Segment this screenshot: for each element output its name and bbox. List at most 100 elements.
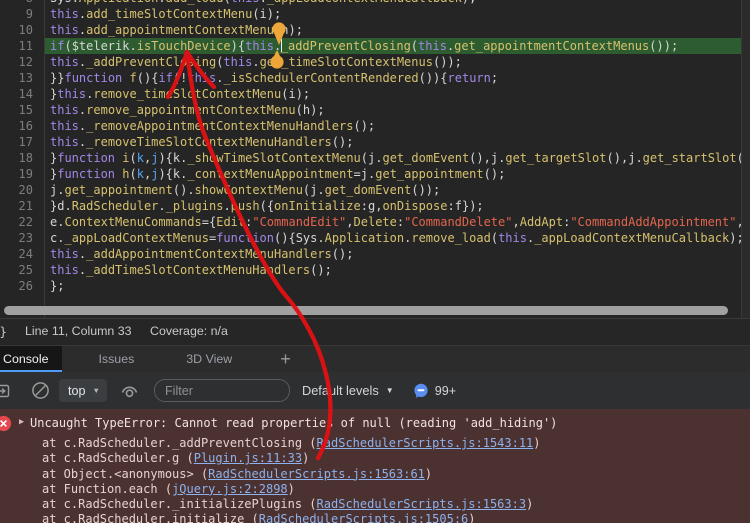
code-line[interactable]: 25 this._addTimeSlotContextMenuHandlers()… — [0, 262, 750, 278]
line-number[interactable]: 23 — [0, 230, 33, 246]
stack-frame-text: at c.RadScheduler._addPreventClosing ( — [42, 436, 317, 450]
chevron-down-icon: ▼ — [92, 386, 100, 395]
tab-console[interactable]: Console — [0, 346, 63, 372]
line-number[interactable]: 13 — [0, 70, 33, 86]
stack-frame-text: at c.RadScheduler.initialize ( — [42, 512, 259, 523]
code-text[interactable]: this.add_appointmentContextMenu(h); — [45, 22, 750, 38]
code-line[interactable]: 22 e.ContextMenuCommands={Edit:"CommandEd… — [0, 214, 750, 230]
code-lines: 8Sys.Application.add_load(this._appLoadC… — [0, 0, 750, 294]
more-tabs-button[interactable]: + — [270, 346, 301, 372]
code-text[interactable]: }this.remove_timeSlotContextMenu(i); — [45, 86, 750, 102]
line-number[interactable]: 9 — [0, 6, 33, 22]
editor-status-bar: {} Line 11, Column 33 Coverage: n/a — [0, 318, 750, 344]
code-line[interactable]: 9 this.add_timeSlotContextMenu(i); — [0, 6, 750, 22]
code-text[interactable]: this._addPreventClosing(this.get_timeSlo… — [45, 54, 750, 70]
tab-issues[interactable]: Issues — [84, 346, 148, 372]
line-number[interactable]: 20 — [0, 182, 33, 198]
code-line[interactable]: 20 j.get_appointment().showContextMenu(j.… — [0, 182, 750, 198]
code-line[interactable]: 23 c._appLoadContextMenus=function(){Sys.… — [0, 230, 750, 246]
tab-3d-view[interactable]: 3D View — [172, 346, 246, 372]
code-line[interactable]: 16 this._removeAppointmentContextMenuHand… — [0, 118, 750, 134]
code-line[interactable]: 11 if($telerik.isTouchDevice){this._addPr… — [0, 38, 750, 54]
line-number[interactable]: 10 — [0, 22, 33, 38]
line-number[interactable]: 18 — [0, 150, 33, 166]
source-location-link[interactable]: RadSchedulerScripts.js:1563:3 — [317, 497, 527, 511]
pretty-print-button[interactable]: {} — [0, 319, 10, 344]
drawer-tab-bar: Console Issues 3D View + — [0, 345, 750, 372]
code-text[interactable]: j.get_appointment().showContextMenu(j.ge… — [45, 182, 750, 198]
source-location-link[interactable]: jQuery.js:2:2898 — [172, 482, 288, 496]
code-line[interactable]: 10 this.add_appointmentContextMenu(h); — [0, 22, 750, 38]
live-expression-eye-icon[interactable] — [119, 382, 141, 400]
line-number[interactable]: 14 — [0, 86, 33, 102]
error-icon — [0, 415, 12, 432]
filter-input[interactable] — [153, 379, 290, 402]
source-location-link[interactable]: RadSchedulerScripts.js:1543:11 — [317, 436, 534, 450]
line-number[interactable]: 19 — [0, 166, 33, 182]
stack-frame-text: ) — [468, 512, 476, 523]
coverage-label: Coverage: n/a — [150, 324, 228, 338]
line-number[interactable]: 11 — [0, 38, 33, 54]
line-number[interactable]: 22 — [0, 214, 33, 230]
line-number[interactable]: 21 — [0, 198, 33, 214]
clear-console-icon[interactable] — [30, 381, 50, 400]
source-editor[interactable]: 8Sys.Application.add_load(this._appLoadC… — [0, 0, 750, 318]
stack-frame: at c.RadScheduler._initializePlugins (Ra… — [42, 497, 541, 512]
code-text[interactable]: this._addTimeSlotContextMenuHandlers(); — [45, 262, 750, 278]
line-number[interactable]: 17 — [0, 134, 33, 150]
line-number[interactable]: 15 — [0, 102, 33, 118]
code-line[interactable]: 24 this._addAppointmentContextMenuHandler… — [0, 246, 750, 262]
code-text[interactable]: }function i(k,j){k._showTimeSlotContextM… — [45, 150, 750, 166]
code-line[interactable]: 18 }function i(k,j){k._showTimeSlotContex… — [0, 150, 750, 166]
issues-counter[interactable]: 99+ — [413, 383, 456, 399]
code-text[interactable]: this._removeTimeSlotContextMenuHandlers(… — [45, 134, 750, 150]
code-text[interactable]: }d.RadScheduler._plugins.push({onInitial… — [45, 198, 750, 214]
code-line[interactable]: 14 }this.remove_timeSlotContextMenu(i); — [0, 86, 750, 102]
chevron-down-icon: ▼ — [385, 386, 394, 395]
code-line[interactable]: 13 }}function f(){if(!this._isSchedulerCo… — [0, 70, 750, 86]
code-text[interactable]: }; — [45, 278, 750, 294]
stack-frame: at Function.each (jQuery.js:2:2898) — [42, 482, 541, 497]
line-number[interactable]: 24 — [0, 246, 33, 262]
stack-frame: at c.RadScheduler._addPreventClosing (Ra… — [42, 436, 541, 451]
code-text[interactable]: this.add_timeSlotContextMenu(i); — [45, 6, 750, 22]
stack-frame-text: ) — [533, 436, 541, 450]
code-text[interactable]: }function h(k,j){k._contextMenuAppointme… — [45, 166, 750, 182]
issues-bubble-icon — [414, 383, 428, 398]
stack-frame: at c.RadScheduler.g (Plugin.js:11:33) — [42, 451, 541, 466]
code-line[interactable]: 12 this._addPreventClosing(this.get_timeS… — [0, 54, 750, 70]
code-text[interactable]: c._appLoadContextMenus=function(){Sys.Ap… — [45, 230, 750, 246]
editor-scrollbar-track[interactable] — [741, 0, 750, 318]
code-line[interactable]: 26}; — [0, 278, 750, 294]
console-toolbar: top ▼ Default levels ▼ 99+ — [0, 372, 750, 409]
stack-frame-text: at Object.<anonymous> ( — [42, 466, 209, 481]
line-number[interactable]: 16 — [0, 118, 33, 134]
javascript-context-selector[interactable]: top ▼ — [59, 379, 107, 402]
error-message-text: Uncaught TypeError: Cannot read properti… — [30, 416, 558, 430]
code-text[interactable]: }}function f(){if(!this._isSchedulerCont… — [45, 70, 750, 86]
horizontal-scrollbar-thumb[interactable] — [4, 306, 728, 315]
line-number[interactable]: 26 — [0, 278, 33, 294]
code-line[interactable]: 15 this.remove_appointmentContextMenu(h); — [0, 102, 750, 118]
code-line[interactable]: 19 }function h(k,j){k._contextMenuAppoint… — [0, 166, 750, 182]
code-line[interactable]: 17 this._removeTimeSlotContextMenuHandler… — [0, 134, 750, 150]
code-text[interactable]: this._addAppointmentContextMenuHandlers(… — [45, 246, 750, 262]
code-line[interactable]: 21 }d.RadScheduler._plugins.push({onIniti… — [0, 198, 750, 214]
line-number[interactable]: 25 — [0, 262, 33, 278]
devtools-window: 8Sys.Application.add_load(this._appLoadC… — [0, 0, 750, 523]
line-number[interactable]: 12 — [0, 54, 33, 70]
code-text[interactable]: this._removeAppointmentContextMenuHandle… — [45, 118, 750, 134]
stack-frame-text: at c.RadScheduler._initializePlugins ( — [42, 497, 317, 512]
console-sidebar-icon[interactable] — [0, 383, 10, 399]
source-location-link[interactable]: Plugin.js:11:33 — [194, 451, 302, 465]
stack-frame-text: ) — [287, 481, 295, 496]
stack-frame-text: ) — [526, 497, 534, 512]
code-text[interactable]: if($telerik.isTouchDevice){this._addPrev… — [45, 38, 750, 54]
log-levels-dropdown[interactable]: Default levels ▼ — [302, 383, 394, 398]
code-text[interactable]: e.ContextMenuCommands={Edit:"CommandEdit… — [45, 214, 750, 230]
source-location-link[interactable]: RadSchedulerScripts.js:1563:61 — [208, 467, 425, 481]
source-location-link[interactable]: RadSchedulerScripts.js:1505:6 — [259, 512, 469, 523]
stack-frame: at c.RadScheduler.initialize (RadSchedul… — [42, 512, 541, 523]
code-text[interactable]: this.remove_appointmentContextMenu(h); — [45, 102, 750, 118]
expand-stack-icon[interactable]: ▶ — [19, 417, 24, 427]
